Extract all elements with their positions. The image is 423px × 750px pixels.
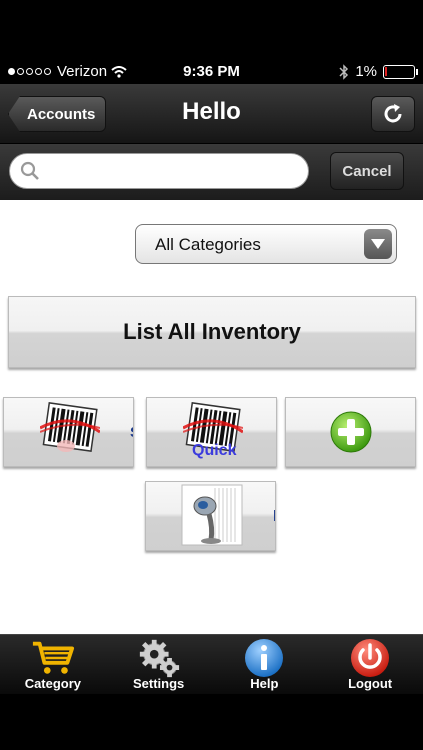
refresh-icon [384, 104, 402, 123]
category-selected-value: All Categories [155, 235, 261, 254]
search-input[interactable] [46, 162, 286, 180]
tab-help[interactable]: Help [212, 635, 318, 694]
status-bar: Verizon 9:36 PM 1% [0, 60, 423, 84]
tab-label: Category [24, 676, 82, 691]
gear-icon [137, 638, 181, 678]
tab-label: Logout [348, 676, 393, 691]
tab-settings[interactable]: Settings [106, 635, 212, 694]
quick-scan-tile[interactable]: Quick [146, 397, 277, 467]
navigation-bar: Accounts Hello [0, 84, 423, 144]
add-item-tile[interactable] [285, 397, 416, 467]
tab-label: Help [250, 676, 279, 691]
scanner-tile-label: l [273, 508, 275, 525]
quick-tile-label: Quick [192, 442, 237, 459]
battery-icon [383, 64, 418, 79]
bluetooth-icon [339, 63, 349, 80]
power-icon [348, 638, 392, 678]
scan-tile-label: S [130, 424, 133, 441]
tab-category[interactable]: Category [0, 635, 106, 694]
search-icon [20, 161, 39, 180]
cancel-button[interactable]: Cancel [330, 152, 404, 190]
scanner-lookup-tile[interactable]: l [145, 481, 276, 551]
info-icon [242, 638, 286, 678]
cart-icon [31, 638, 75, 678]
list-all-inventory-button[interactable]: List All Inventory [8, 296, 416, 368]
refresh-button[interactable] [371, 96, 415, 132]
status-right: 1% [339, 63, 418, 80]
category-dropdown[interactable]: All Categories [135, 224, 397, 264]
search-bar: Cancel [0, 144, 423, 200]
scanner-icon [181, 484, 243, 546]
barcode-scan-icon [40, 402, 100, 452]
add-icon [330, 411, 372, 453]
scan-barcode-tile[interactable]: S [3, 397, 134, 467]
dropdown-arrow-icon [364, 229, 392, 259]
battery-percent: 1% [355, 63, 377, 80]
main-content: All Categories List All Inventory S [0, 200, 423, 634]
search-field[interactable] [9, 153, 309, 189]
tab-label: Settings [132, 676, 185, 691]
tab-bar: Category Settings Help Logout [0, 634, 423, 694]
page-title: Hello [182, 98, 241, 125]
tab-logout[interactable]: Logout [317, 635, 423, 694]
